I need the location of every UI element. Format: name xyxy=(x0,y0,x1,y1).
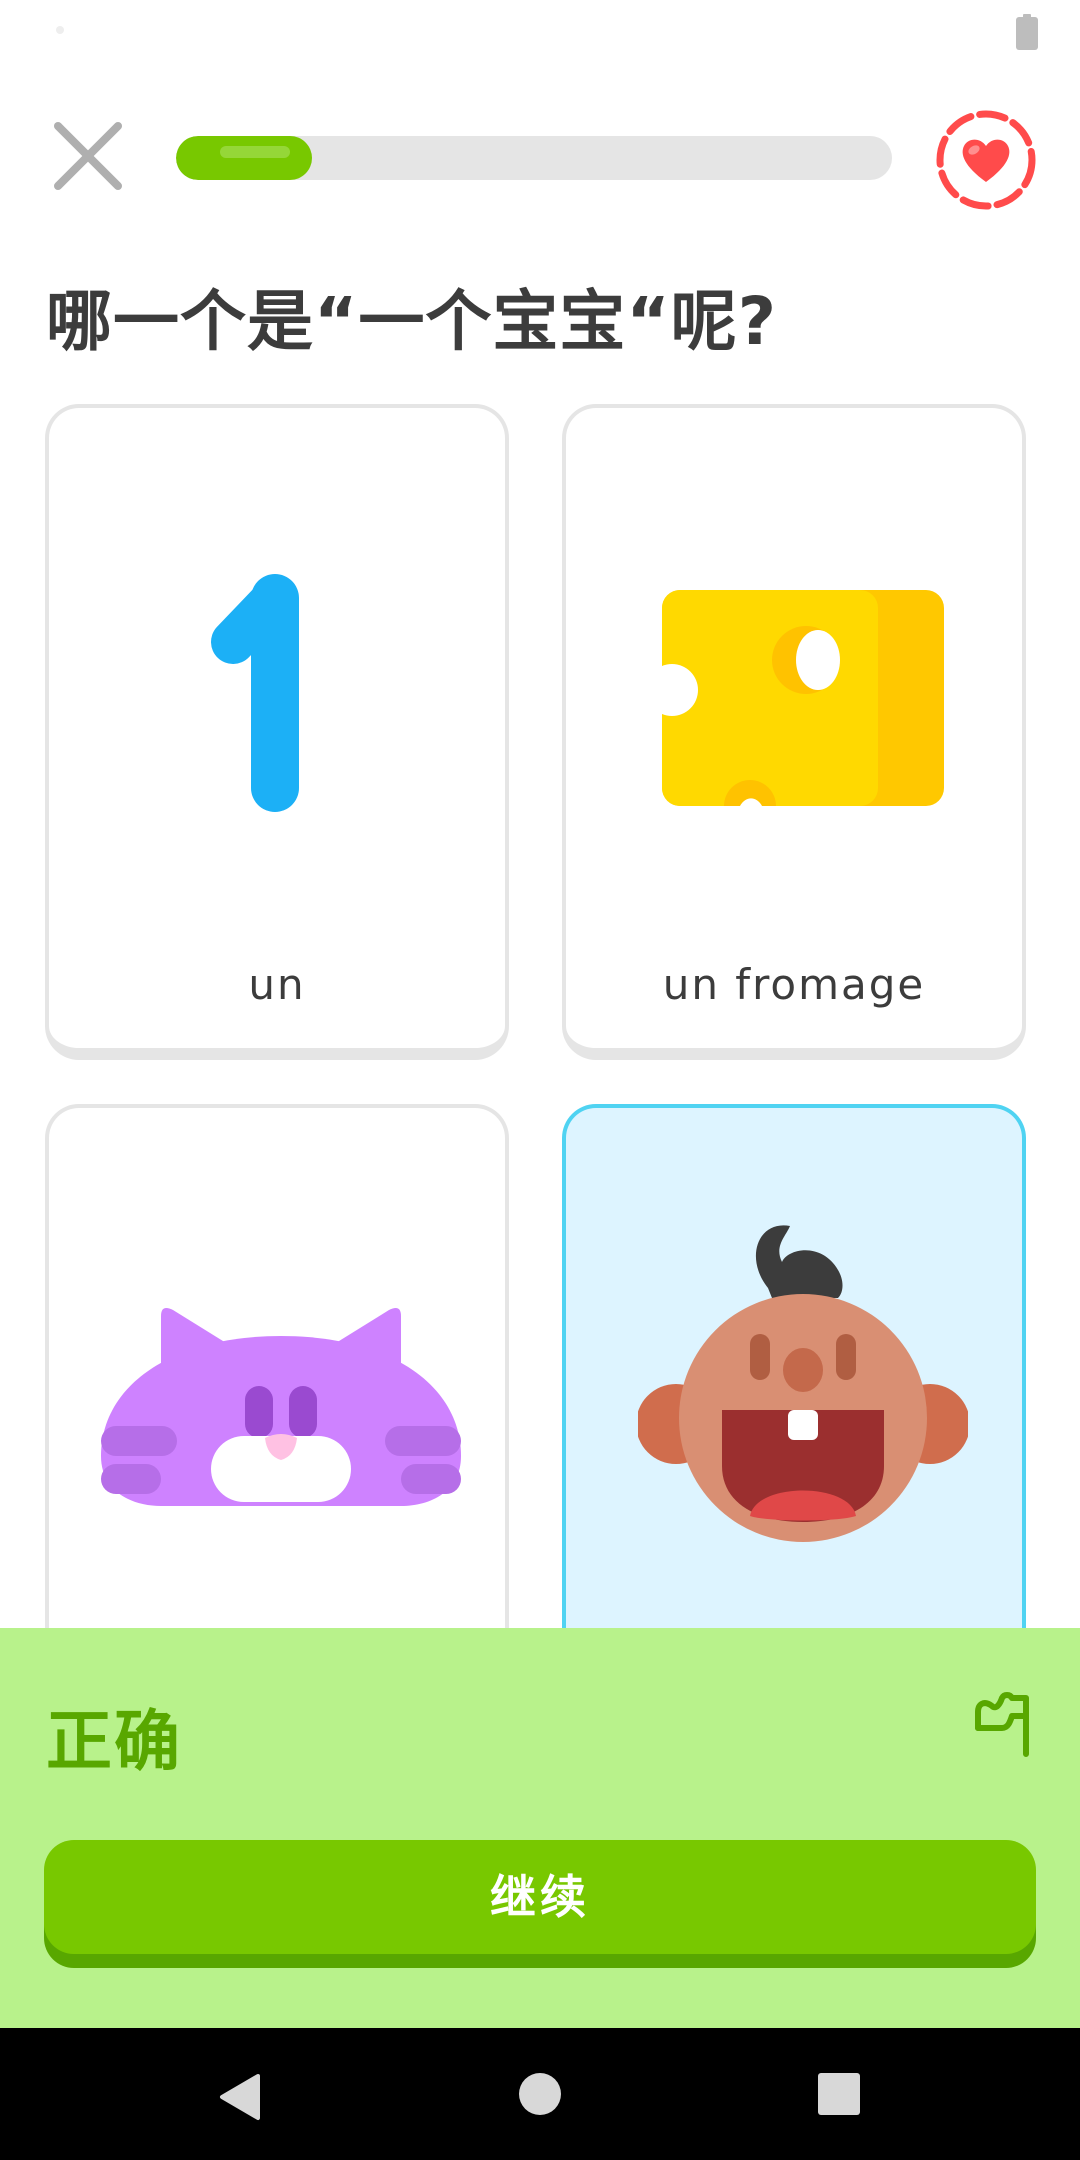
feedback-panel: 正确 继续 xyxy=(0,1628,1080,2028)
feedback-title: 正确 xyxy=(46,1703,182,1780)
recents-square-icon[interactable] xyxy=(818,2073,860,2115)
question-text: 哪一个是“一个宝宝“呢? xyxy=(46,283,778,360)
close-icon[interactable] xyxy=(46,114,130,198)
cat-icon xyxy=(101,1308,461,1506)
cheese-icon xyxy=(658,590,944,806)
progress-shine xyxy=(220,146,290,158)
home-circle-icon[interactable] xyxy=(519,2073,561,2115)
heart-icon[interactable] xyxy=(934,108,1038,212)
flag-icon[interactable] xyxy=(972,1692,1032,1758)
choice-label: un xyxy=(248,960,306,1009)
lesson-progress-bar xyxy=(176,136,892,180)
choice-card-un[interactable]: un xyxy=(45,404,509,1060)
choice-card-un-fromage[interactable]: un fromage xyxy=(562,404,1026,1060)
notification-dot xyxy=(56,26,64,34)
choice-label: un fromage xyxy=(662,960,926,1009)
progress-fill xyxy=(176,136,313,180)
battery-icon xyxy=(1016,14,1038,50)
status-bar xyxy=(0,0,1080,66)
system-nav-bar xyxy=(0,2028,1080,2160)
baby-icon xyxy=(638,1225,968,1542)
back-triangle-icon[interactable] xyxy=(218,2072,262,2122)
lesson-screen: 哪一个是“一个宝宝“呢? un un fromage 正确 继续 xyxy=(0,0,1080,2160)
continue-button[interactable]: 继续 xyxy=(44,1840,1036,1954)
number-one-icon xyxy=(211,574,299,812)
